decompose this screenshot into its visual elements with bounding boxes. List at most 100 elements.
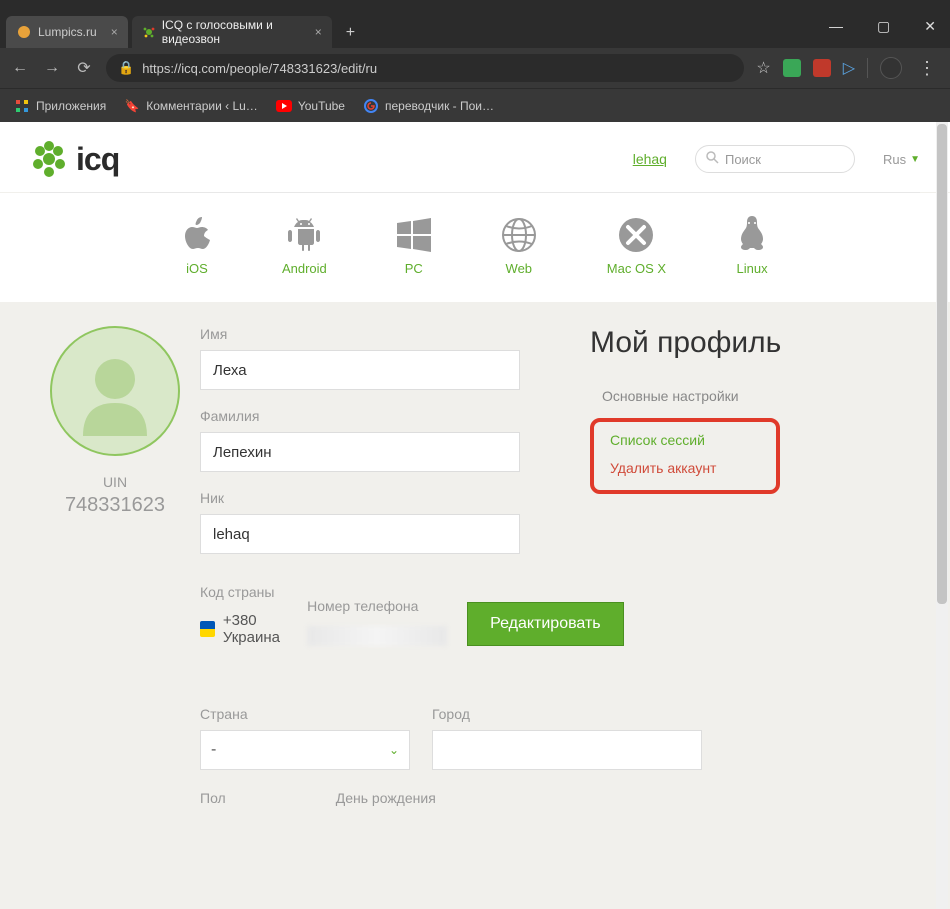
platform-android[interactable]: Android — [282, 215, 327, 276]
user-link[interactable]: lehaq — [633, 151, 667, 167]
phone-value-blurred — [307, 626, 447, 646]
close-window-button[interactable]: ✕ — [916, 14, 944, 39]
firstname-input[interactable] — [200, 350, 520, 390]
platform-macosx[interactable]: Mac OS X — [607, 215, 666, 276]
sessions-link[interactable]: Список сессий — [610, 432, 760, 448]
bookmark-label: переводчик - Пои… — [385, 99, 494, 113]
extension-icon-1[interactable] — [783, 59, 801, 77]
bookmark-label: YouTube — [298, 99, 345, 113]
bookmarks-bar: Приложения 🔖 Комментарии ‹ Lu… YouTube п… — [0, 88, 950, 122]
extension-icons: ☆ ▷ ⋮ — [756, 57, 940, 79]
globe-icon — [501, 215, 537, 255]
nick-label: Ник — [200, 490, 570, 506]
search-input[interactable]: Поиск — [695, 145, 855, 173]
back-button[interactable]: ← — [10, 59, 30, 77]
country-select[interactable]: - ⌄ — [200, 730, 410, 770]
tab-title: Lumpics.ru — [38, 25, 97, 39]
forward-button[interactable]: → — [42, 59, 62, 77]
tab-lumpics[interactable]: Lumpics.ru × — [6, 16, 128, 48]
google-icon — [363, 98, 379, 114]
new-tab-button[interactable]: + — [336, 18, 365, 48]
platform-label: Android — [282, 261, 327, 276]
platform-label: Web — [501, 261, 537, 276]
platform-web[interactable]: Web — [501, 215, 537, 276]
phone-label: Номер телефона — [307, 598, 447, 614]
extension-icon-2[interactable] — [813, 59, 831, 77]
window-controls: — ▢ ✕ — [821, 14, 944, 39]
apple-icon — [182, 215, 212, 255]
star-icon[interactable]: ☆ — [756, 58, 770, 78]
apps-icon — [14, 98, 30, 114]
profile-content: UIN 748331623 Имя Фамилия Ник Код страны — [0, 302, 950, 854]
maximize-button[interactable]: ▢ — [869, 14, 898, 39]
windows-icon — [397, 215, 431, 255]
country-label: Страна — [200, 706, 410, 722]
url-text: https://icq.com/people/748331623/edit/ru — [142, 61, 377, 76]
lock-icon: 🔒 — [118, 60, 134, 76]
scrollbar-thumb[interactable] — [937, 124, 947, 604]
country-selected: - — [211, 741, 216, 759]
settings-subtitle: Основные настройки — [602, 388, 920, 404]
birthday-label: День рождения — [336, 790, 436, 806]
avatar[interactable] — [50, 326, 180, 456]
countrycode-label: Код страны — [200, 584, 287, 600]
bookmark-icon: 🔖 — [124, 98, 140, 114]
apps-label: Приложения — [36, 99, 106, 113]
icq-flower-icon — [30, 140, 68, 178]
page-title: Мой профиль — [590, 326, 920, 360]
platform-pc[interactable]: PC — [397, 215, 431, 276]
favicon-lumpics — [16, 24, 32, 40]
delete-account-link[interactable]: Удалить аккаунт — [610, 460, 760, 476]
countrycode-value: +380 Украина — [223, 612, 287, 646]
tab-title: ICQ с голосовыми и видеозвон — [162, 18, 301, 46]
minimize-button[interactable]: — — [821, 14, 851, 39]
profile-form: Имя Фамилия Ник Код страны +380 Украина — [200, 326, 570, 814]
platform-label: Linux — [736, 261, 768, 276]
android-icon — [282, 215, 327, 255]
apps-button[interactable]: Приложения — [14, 98, 106, 114]
divider — [867, 58, 868, 78]
profile-avatar-small[interactable] — [880, 57, 902, 79]
language-selector[interactable]: Rus ▼ — [883, 152, 920, 167]
highlighted-links: Список сессий Удалить аккаунт — [590, 418, 780, 494]
lastname-input[interactable] — [200, 432, 520, 472]
browser-titlebar — [0, 0, 950, 12]
platform-ios[interactable]: iOS — [182, 215, 212, 276]
platform-linux[interactable]: Linux — [736, 215, 768, 276]
language-label: Rus — [883, 152, 906, 167]
uin-label: UIN — [30, 474, 200, 490]
profile-left-column: UIN 748331623 — [30, 326, 200, 814]
close-icon[interactable]: × — [315, 25, 322, 39]
country-code: +380 Украина — [200, 612, 287, 646]
chevron-down-icon: ⌄ — [389, 743, 399, 757]
profile-sidebar: Мой профиль Основные настройки Список се… — [570, 326, 920, 814]
address-bar-row: ← → ⟳ 🔒 https://icq.com/people/748331623… — [0, 48, 950, 88]
gender-label: Пол — [200, 790, 226, 806]
bookmark-youtube[interactable]: YouTube — [276, 98, 345, 114]
macos-icon — [607, 215, 666, 255]
platform-label: Mac OS X — [607, 261, 666, 276]
menu-button[interactable]: ⋮ — [914, 58, 940, 79]
close-icon[interactable]: × — [111, 25, 118, 39]
platforms-nav: iOS Android PC Web Mac OS X — [0, 193, 950, 302]
url-bar[interactable]: 🔒 https://icq.com/people/748331623/edit/… — [106, 54, 744, 82]
reload-button[interactable]: ⟳ — [74, 58, 94, 78]
bookmark-comments[interactable]: 🔖 Комментарии ‹ Lu… — [124, 98, 258, 114]
bookmark-translator[interactable]: переводчик - Пои… — [363, 98, 494, 114]
tab-icq[interactable]: ICQ с голосовыми и видеозвон × — [132, 16, 332, 48]
chevron-down-icon: ▼ — [910, 154, 920, 165]
browser-tabs: Lumpics.ru × ICQ с голосовыми и видеозво… — [0, 12, 950, 48]
bookmark-label: Комментарии ‹ Lu… — [146, 99, 258, 113]
logo-text: icq — [76, 141, 119, 178]
uin-value: 748331623 — [30, 494, 200, 517]
lastname-label: Фамилия — [200, 408, 570, 424]
search-placeholder: Поиск — [725, 152, 761, 167]
nick-input[interactable] — [200, 514, 520, 554]
firstname-label: Имя — [200, 326, 570, 342]
scrollbar[interactable] — [936, 122, 948, 909]
extension-icon-3[interactable]: ▷ — [843, 58, 855, 78]
platform-label: iOS — [182, 261, 212, 276]
search-icon — [706, 151, 719, 167]
site-header: icq lehaq Поиск Rus ▼ — [0, 122, 950, 192]
logo[interactable]: icq — [30, 140, 119, 178]
